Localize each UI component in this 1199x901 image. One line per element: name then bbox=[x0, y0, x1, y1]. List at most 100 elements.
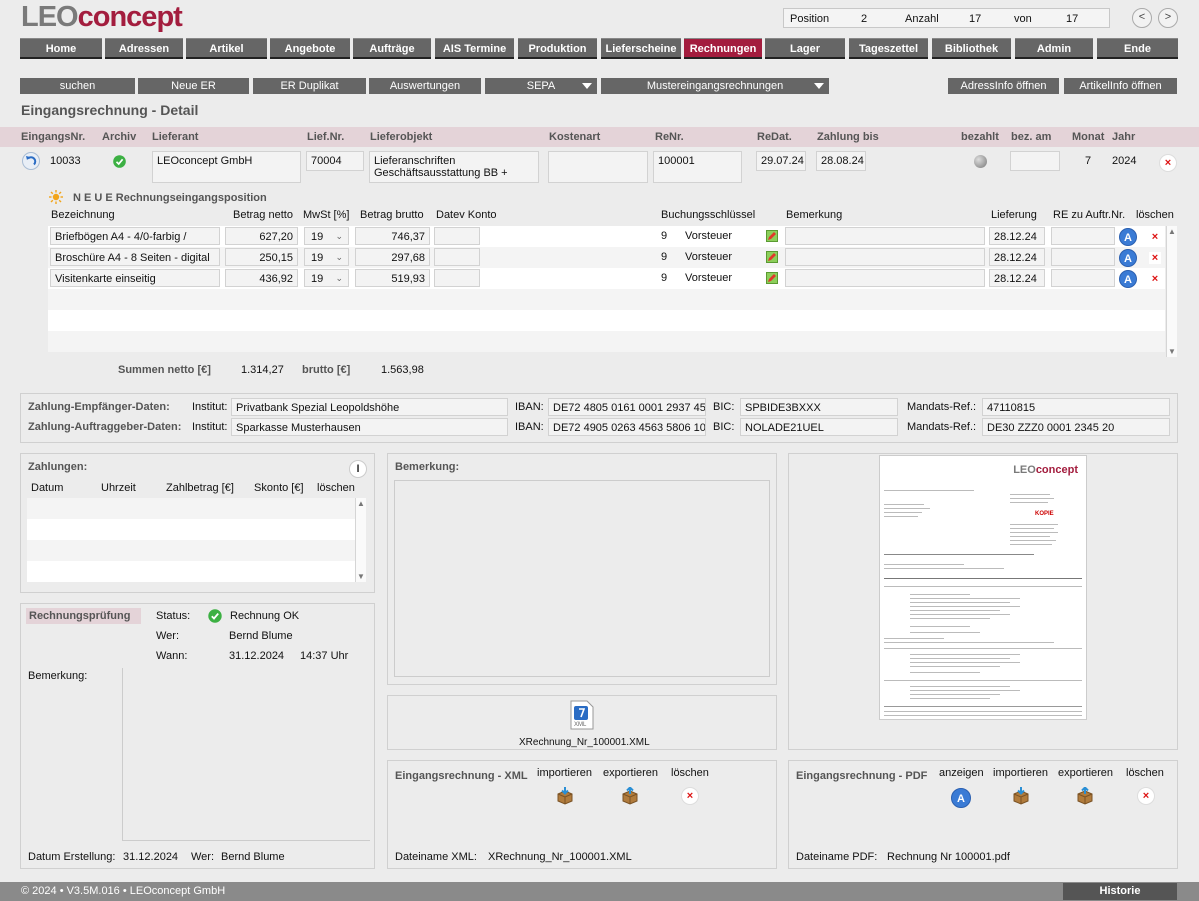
edit-pencil-icon[interactable] bbox=[766, 272, 778, 284]
pos-bezeichnung-field[interactable]: Visitenkarte einseitig bbox=[50, 269, 220, 287]
nav-lager[interactable]: Lager bbox=[765, 38, 845, 59]
delete-position-button[interactable]: × bbox=[1149, 231, 1161, 243]
back-arrow-icon[interactable] bbox=[22, 152, 40, 170]
nav-auftraege[interactable]: Aufträge bbox=[353, 38, 431, 59]
export-box-icon[interactable] bbox=[621, 786, 639, 805]
pdf-preview-thumbnail[interactable]: LEOconcept KOPIE bbox=[879, 455, 1087, 720]
pos-re-auftr-field[interactable] bbox=[1051, 269, 1115, 287]
pos-netto-field[interactable]: 436,92 bbox=[225, 269, 298, 287]
empfaenger-iban-field[interactable]: DE72 4805 0161 0001 2937 45 bbox=[548, 398, 706, 416]
lieferobjekt-field[interactable]: Lieferanschriften Geschäftsausstattung BB… bbox=[369, 151, 539, 183]
prev-record-button[interactable]: < bbox=[1132, 8, 1152, 28]
pos-brutto-field[interactable]: 297,68 bbox=[355, 248, 430, 266]
nav-artikel[interactable]: Artikel bbox=[186, 38, 267, 59]
import-box-icon[interactable] bbox=[1012, 787, 1030, 805]
pos-mwst-select[interactable]: 19 ⌄ bbox=[304, 269, 349, 287]
assign-a-button[interactable]: A bbox=[1119, 228, 1137, 246]
text-cursor-icon[interactable]: I bbox=[349, 460, 367, 478]
pos-lieferung-field[interactable]: 28.12.24 bbox=[989, 269, 1045, 287]
export-box-icon[interactable] bbox=[1076, 786, 1094, 805]
pdf-delete-button[interactable]: × bbox=[1137, 787, 1155, 805]
bezahlt-indicator-icon[interactable] bbox=[974, 155, 987, 168]
artikelinfo-button[interactable]: ArtikelInfo öffnen bbox=[1064, 78, 1177, 94]
sun-new-icon[interactable] bbox=[49, 190, 63, 204]
delete-record-button[interactable]: × bbox=[1159, 154, 1177, 172]
positions-scrollbar[interactable]: ▲ ▼ bbox=[1166, 226, 1177, 357]
assign-a-button[interactable]: A bbox=[1119, 270, 1137, 288]
er-duplikat-button[interactable]: ER Duplikat bbox=[253, 78, 366, 94]
kostenart-field[interactable] bbox=[548, 151, 648, 183]
nav-adressen[interactable]: Adressen bbox=[105, 38, 183, 59]
nav-angebote[interactable]: Angebote bbox=[270, 38, 350, 59]
pos-bemerkung-field[interactable] bbox=[785, 227, 985, 245]
empfaenger-institut-field[interactable]: Privatbank Spezial Leopoldshöhe bbox=[231, 398, 508, 416]
nav-admin[interactable]: Admin bbox=[1015, 38, 1093, 59]
suchen-button[interactable]: suchen bbox=[20, 78, 135, 94]
auftraggeber-bic-field[interactable]: NOLADE21UEL bbox=[740, 418, 898, 436]
pos-bezeichnung-field[interactable]: Briefbögen A4 - 4/0-farbig / bbox=[50, 227, 220, 245]
pos-datev-field[interactable] bbox=[434, 269, 480, 287]
pos-lieferung-field[interactable]: 28.12.24 bbox=[989, 227, 1045, 245]
pos-bemerkung-field[interactable] bbox=[785, 269, 985, 287]
pos-brutto-field[interactable]: 519,93 bbox=[355, 269, 430, 287]
pos-re-auftr-field[interactable] bbox=[1051, 227, 1115, 245]
redat-field[interactable]: 29.07.24 bbox=[756, 151, 806, 171]
pos-col-buchungsschluessel: Buchungsschlüssel bbox=[661, 209, 756, 221]
pruefung-bemerkung-textarea[interactable] bbox=[122, 668, 370, 841]
adressinfo-button[interactable]: AdressInfo öffnen bbox=[948, 78, 1059, 94]
pdf-anzeigen-button[interactable]: A bbox=[951, 788, 971, 808]
delete-position-button[interactable]: × bbox=[1149, 273, 1161, 285]
bez-am-field[interactable] bbox=[1010, 151, 1060, 171]
nav-ais-termine[interactable]: AIS Termine bbox=[435, 38, 514, 59]
assign-a-button[interactable]: A bbox=[1119, 249, 1137, 267]
pos-bezeichnung-field[interactable]: Broschüre A4 - 8 Seiten - digital bbox=[50, 248, 220, 266]
zahlung-bis-field[interactable]: 28.08.24 bbox=[816, 151, 866, 171]
pos-bemerkung-field[interactable] bbox=[785, 248, 985, 266]
import-box-icon[interactable] bbox=[556, 787, 574, 805]
auftraggeber-institut-field[interactable]: Sparkasse Musterhausen bbox=[231, 418, 508, 436]
pos-lieferung-field[interactable]: 28.12.24 bbox=[989, 248, 1045, 266]
pos-netto-field[interactable]: 250,15 bbox=[225, 248, 298, 266]
xml-file-icon[interactable]: XML bbox=[570, 700, 594, 730]
erstellung-label: Datum Erstellung: bbox=[28, 851, 116, 863]
nav-ende[interactable]: Ende bbox=[1097, 38, 1178, 59]
auftraggeber-iban-field[interactable]: DE72 4905 0263 4563 5806 10 bbox=[548, 418, 706, 436]
pos-netto-field[interactable]: 627,20 bbox=[225, 227, 298, 245]
pos-mwst-select[interactable]: 19 ⌄ bbox=[304, 248, 349, 266]
preview-logo: LEOconcept bbox=[1013, 464, 1078, 476]
pos-datev-field[interactable] bbox=[434, 227, 480, 245]
edit-pencil-icon[interactable] bbox=[766, 251, 778, 263]
sepa-dropdown[interactable]: SEPA bbox=[485, 78, 597, 94]
bemerkung-textarea[interactable] bbox=[394, 480, 770, 677]
pos-brutto-field[interactable]: 746,37 bbox=[355, 227, 430, 245]
nav-home[interactable]: Home bbox=[20, 38, 102, 59]
nav-lieferscheine[interactable]: Lieferscheine bbox=[601, 38, 681, 59]
nav-produktion[interactable]: Produktion bbox=[518, 38, 597, 59]
pos-re-auftr-field[interactable] bbox=[1051, 248, 1115, 266]
edit-pencil-icon[interactable] bbox=[766, 230, 778, 242]
record-position-box: Position 2 Anzahl 17 von 17 bbox=[783, 8, 1110, 28]
lieferant-field[interactable]: LEOconcept GmbH bbox=[152, 151, 301, 183]
neue-er-button[interactable]: Neue ER bbox=[138, 78, 249, 94]
iban-label: IBAN: bbox=[515, 401, 544, 413]
auftraggeber-mandats-field[interactable]: DE30 ZZZ0 0001 2345 20 bbox=[982, 418, 1170, 436]
historie-button[interactable]: Historie bbox=[1063, 883, 1177, 900]
mustereingangsrechnungen-dropdown[interactable]: Mustereingangsrechnungen bbox=[601, 78, 829, 94]
nav-rechnungen[interactable]: Rechnungen bbox=[684, 38, 762, 59]
auswertungen-button[interactable]: Auswertungen bbox=[369, 78, 481, 94]
new-position-link[interactable]: N E U E Rechnungseingangsposition bbox=[73, 192, 267, 204]
nav-tageszettel[interactable]: Tageszettel bbox=[849, 38, 928, 59]
empfaenger-mandats-field[interactable]: 47110815 bbox=[982, 398, 1170, 416]
nav-bibliothek[interactable]: Bibliothek bbox=[932, 38, 1011, 59]
next-record-button[interactable]: > bbox=[1158, 8, 1178, 28]
renr-field[interactable]: 100001 bbox=[653, 151, 742, 183]
xml-file-name[interactable]: XRechnung_Nr_100001.XML bbox=[519, 737, 650, 748]
pos-datev-field[interactable] bbox=[434, 248, 480, 266]
empfaenger-bic-field[interactable]: SPBIDE3BXXX bbox=[740, 398, 898, 416]
xml-delete-button[interactable]: × bbox=[681, 787, 699, 805]
zahlungen-scrollbar[interactable]: ▲ ▼ bbox=[355, 498, 366, 582]
col-lieferobjekt: Lieferobjekt bbox=[370, 131, 433, 143]
pos-mwst-select[interactable]: 19 ⌄ bbox=[304, 227, 349, 245]
liefnr-field[interactable]: 70004 bbox=[306, 151, 364, 171]
delete-position-button[interactable]: × bbox=[1149, 252, 1161, 264]
